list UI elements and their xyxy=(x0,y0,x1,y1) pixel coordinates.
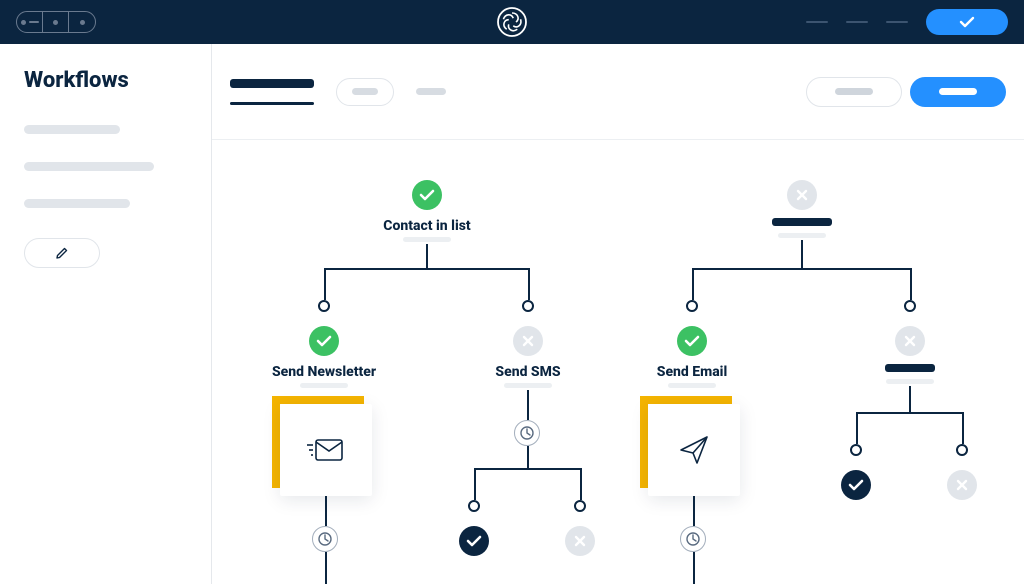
secondary-action-button[interactable] xyxy=(806,77,902,107)
nav-left-controls xyxy=(16,11,96,33)
connector-dot[interactable] xyxy=(468,500,480,512)
status-disabled-icon xyxy=(513,326,543,356)
sidebar-item[interactable] xyxy=(24,162,154,171)
node-label-placeholder xyxy=(885,364,935,372)
top-nav xyxy=(0,0,1024,44)
sidebar-item[interactable] xyxy=(24,125,120,134)
nav-dot-icon xyxy=(80,20,85,25)
status-disabled-icon xyxy=(565,526,595,556)
tab-secondary[interactable] xyxy=(336,78,394,106)
status-success-icon xyxy=(677,326,707,356)
nav-right-controls xyxy=(806,9,1008,35)
delay-icon[interactable] xyxy=(680,526,706,552)
toolbar xyxy=(212,44,1024,140)
node-underline xyxy=(403,237,451,242)
nav-dot-icon xyxy=(21,20,26,25)
nav-dot-icon xyxy=(53,20,58,25)
status-disabled-icon xyxy=(787,180,817,210)
connector-dot[interactable] xyxy=(574,500,586,512)
connector-dot[interactable] xyxy=(904,300,916,312)
content-area: Contact in list Send Newsletter xyxy=(212,44,1024,584)
paper-plane-icon xyxy=(677,433,711,467)
sidebar: Workflows xyxy=(0,44,212,584)
status-done-icon xyxy=(841,470,871,500)
envelope-icon xyxy=(305,435,347,465)
status-done-icon xyxy=(459,526,489,556)
node-underline xyxy=(778,233,826,238)
logo-icon xyxy=(496,6,528,38)
connector-dot[interactable] xyxy=(850,444,862,456)
delay-icon[interactable] xyxy=(312,526,338,552)
node-label-placeholder xyxy=(772,218,832,226)
connector-dot[interactable] xyxy=(318,300,330,312)
check-icon xyxy=(959,16,975,28)
nav-link-placeholder[interactable] xyxy=(886,21,908,24)
status-success-icon xyxy=(412,180,442,210)
connector-dot[interactable] xyxy=(686,300,698,312)
node-underline xyxy=(668,383,716,388)
node-underline xyxy=(300,383,348,388)
tabs xyxy=(230,78,446,106)
node-label: Send Newsletter xyxy=(272,364,376,380)
status-disabled-icon xyxy=(895,326,925,356)
tab-tertiary[interactable] xyxy=(416,88,446,95)
delay-icon[interactable] xyxy=(514,420,540,446)
pencil-icon xyxy=(55,246,69,260)
nav-pill-group[interactable] xyxy=(16,11,96,33)
nav-link-placeholder[interactable] xyxy=(846,21,868,24)
action-card-newsletter[interactable] xyxy=(280,404,372,496)
connector-dot[interactable] xyxy=(956,444,968,456)
node-label: Contact in list xyxy=(383,218,470,234)
status-success-icon xyxy=(309,326,339,356)
primary-action-button[interactable] xyxy=(910,77,1006,107)
action-card-email[interactable] xyxy=(648,404,740,496)
sidebar-title: Workflows xyxy=(24,68,187,93)
app-logo[interactable] xyxy=(496,6,528,42)
confirm-button[interactable] xyxy=(926,9,1008,35)
node-label: Send Email xyxy=(657,364,728,380)
status-disabled-icon xyxy=(947,470,977,500)
workflow-canvas[interactable]: Contact in list Send Newsletter xyxy=(212,140,1024,584)
nav-dash-icon xyxy=(29,21,39,23)
node-label: Send SMS xyxy=(495,364,560,380)
sidebar-item[interactable] xyxy=(24,199,130,208)
node-underline xyxy=(886,379,934,384)
edit-button[interactable] xyxy=(24,238,100,268)
connector-dot[interactable] xyxy=(522,300,534,312)
tab-active[interactable] xyxy=(230,79,314,105)
node-underline xyxy=(504,383,552,388)
toolbar-actions xyxy=(806,77,1006,107)
nav-link-placeholder[interactable] xyxy=(806,21,828,24)
